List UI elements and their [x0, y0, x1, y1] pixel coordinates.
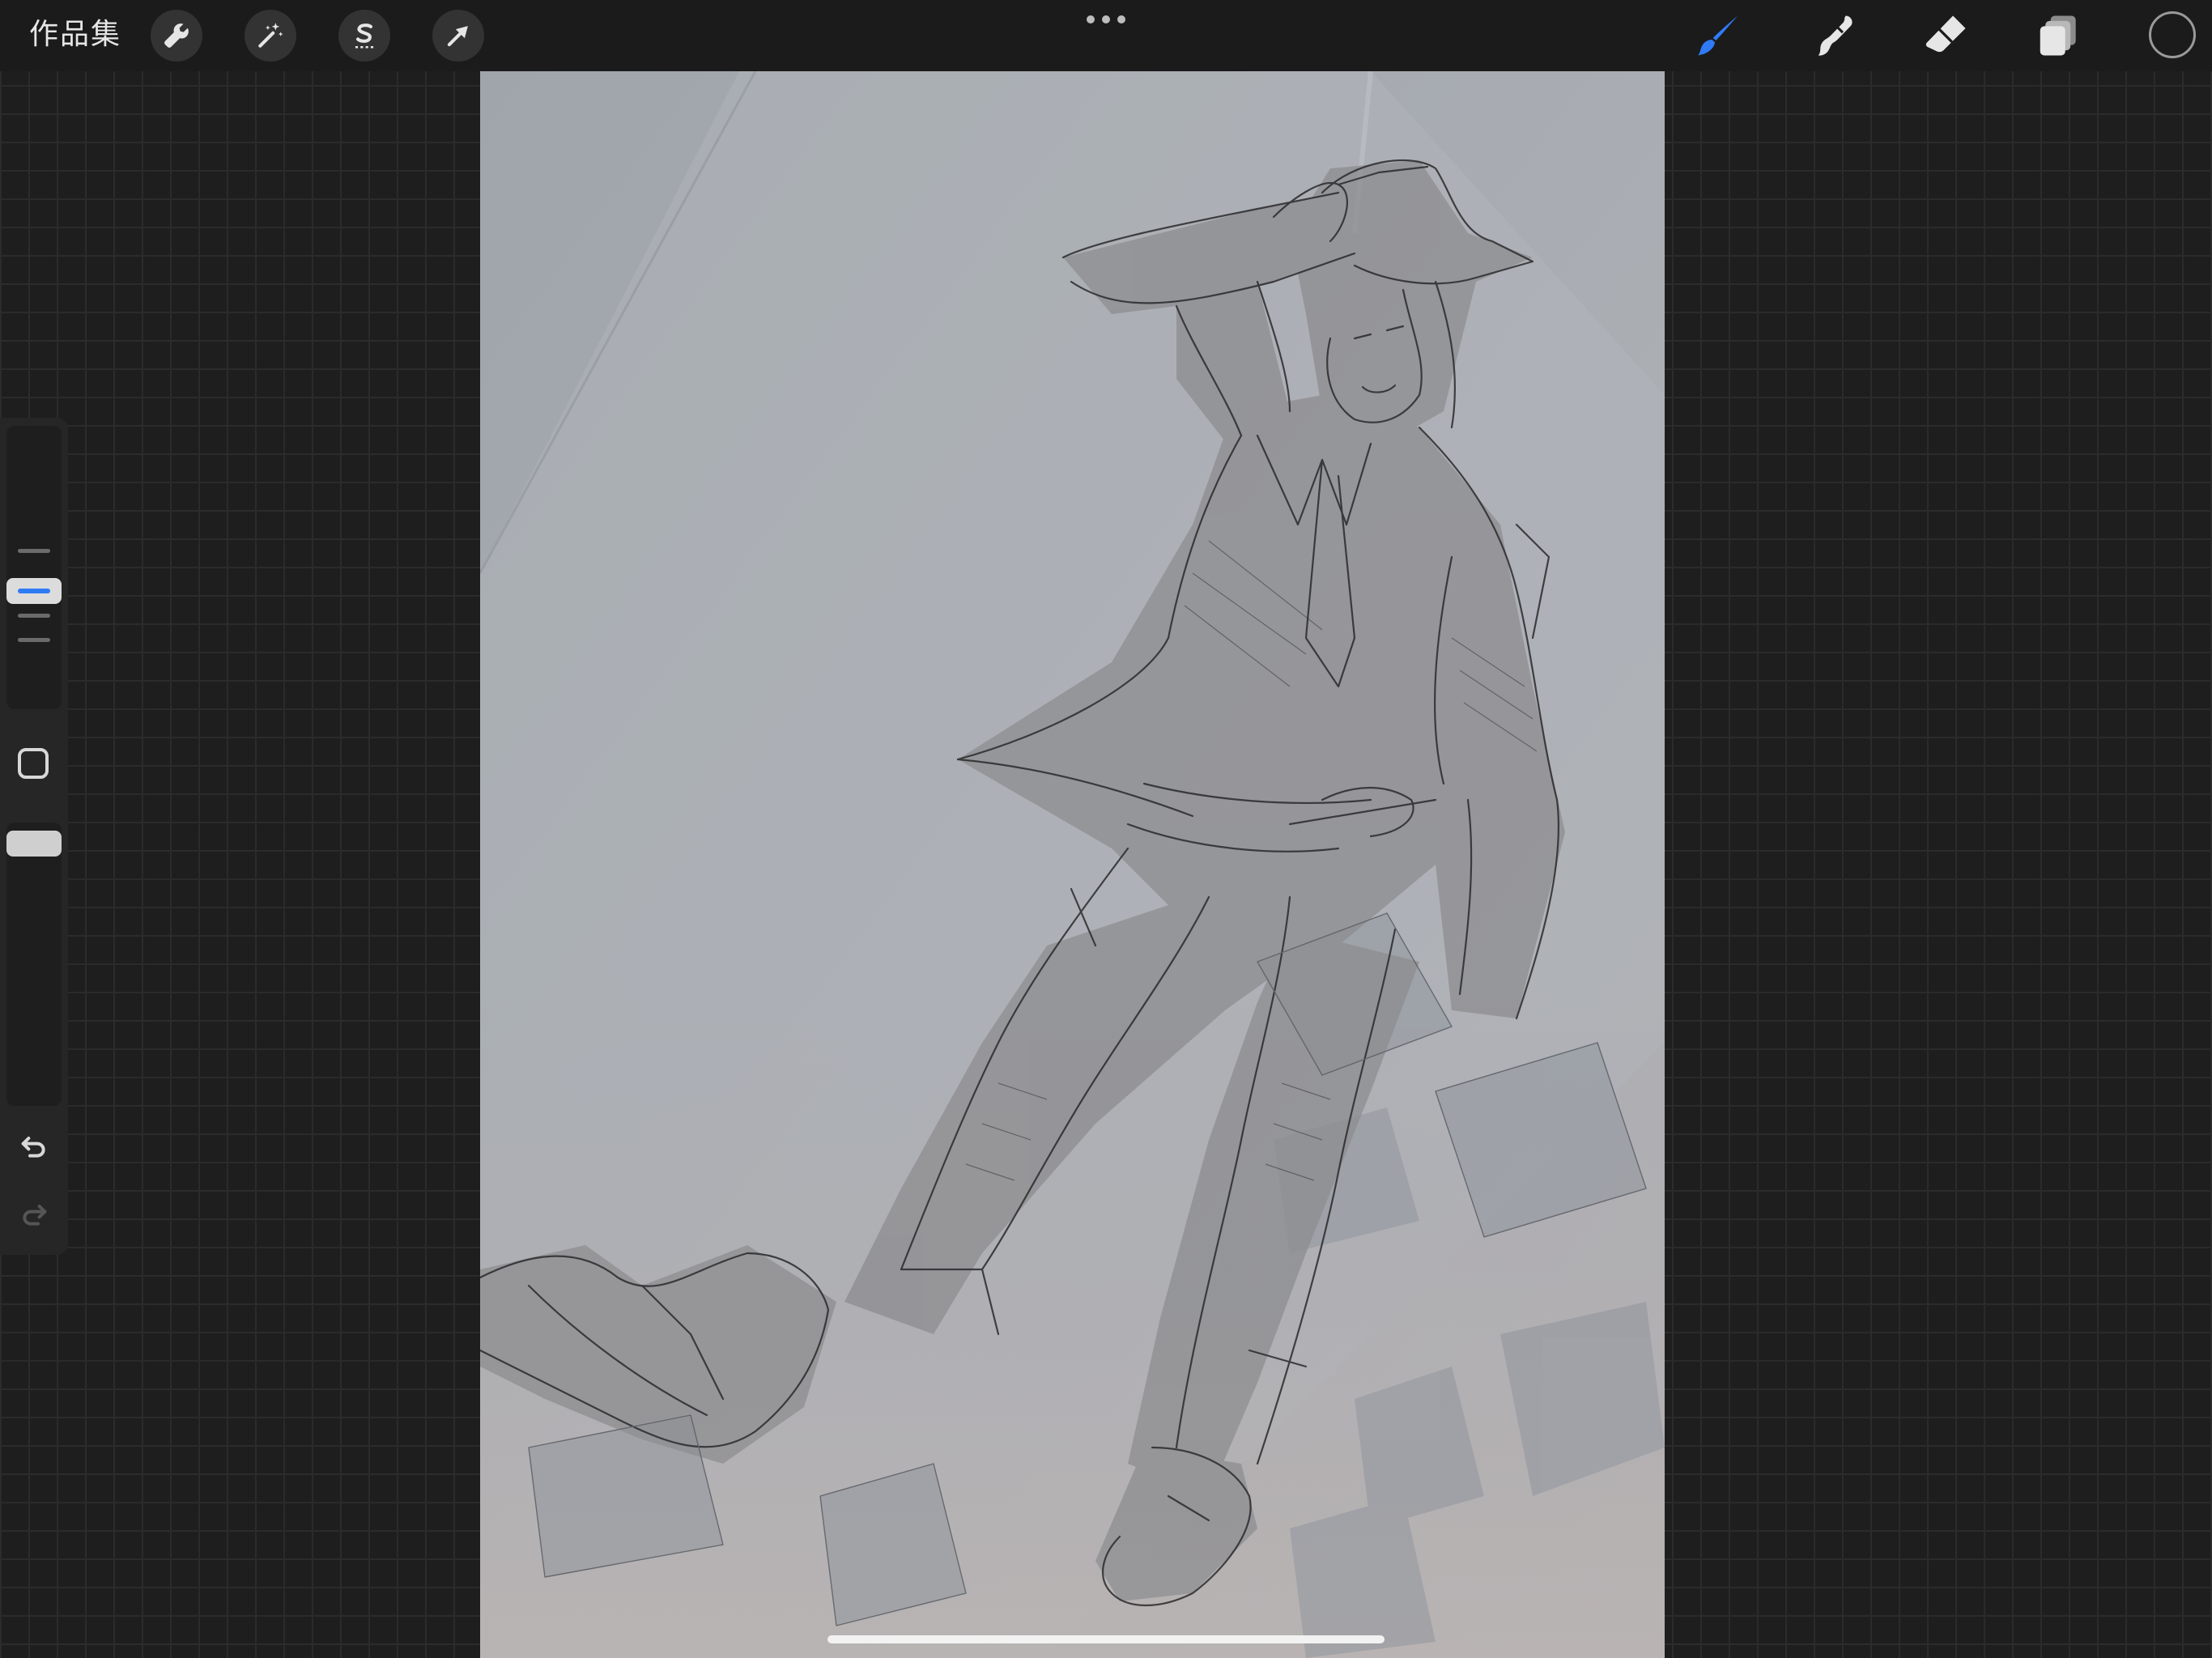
brush-size-slider[interactable]: [6, 426, 62, 709]
undo-button[interactable]: [15, 1127, 53, 1166]
size-tick: [18, 549, 50, 553]
erase-tool-button[interactable]: [1917, 8, 1974, 63]
smudge-tool-button[interactable]: [1804, 8, 1861, 63]
adjustments-button[interactable]: [245, 10, 296, 62]
wrench-icon: [164, 23, 189, 48]
transform-button[interactable]: [432, 10, 484, 62]
paint-tool-button[interactable]: [1691, 8, 1747, 63]
redo-button[interactable]: [15, 1195, 53, 1234]
selection-s-icon: [355, 23, 374, 49]
smudge-finger-icon: [1818, 15, 1853, 56]
top-toolbar: 作品集: [0, 0, 2212, 71]
artwork-sketch: [480, 71, 1665, 1658]
eraser-icon: [1925, 15, 1966, 53]
ellipsis-icon: [1117, 15, 1125, 23]
modify-button[interactable]: [18, 748, 49, 779]
selection-button[interactable]: [338, 10, 390, 62]
brush-size-thumb[interactable]: [6, 578, 62, 604]
brush-icon: [1698, 15, 1738, 56]
brush-opacity-thumb[interactable]: [6, 831, 62, 857]
more-options-button[interactable]: [1087, 11, 1125, 28]
ellipsis-icon: [1102, 15, 1110, 23]
size-tick: [18, 638, 50, 642]
procreate-app: 作品集: [0, 0, 2212, 1658]
ellipsis-icon: [1087, 15, 1095, 23]
magic-wand-icon: [258, 23, 283, 48]
redo-icon: [23, 1205, 47, 1226]
size-tick: [18, 614, 50, 618]
layers-icon: [2040, 15, 2076, 56]
color-picker-button[interactable]: [2149, 11, 2196, 58]
gallery-button[interactable]: 作品集: [29, 10, 121, 60]
brush-sidebar: [0, 418, 68, 1255]
arrow-cursor-icon: [447, 26, 468, 47]
drawing-canvas[interactable]: [480, 71, 1665, 1658]
home-indicator[interactable]: [827, 1635, 1385, 1643]
brush-opacity-slider[interactable]: [6, 823, 62, 1106]
size-indicator: [18, 589, 50, 593]
undo-icon: [21, 1137, 45, 1158]
actions-button[interactable]: [151, 10, 202, 62]
layers-button[interactable]: [2031, 8, 2087, 63]
